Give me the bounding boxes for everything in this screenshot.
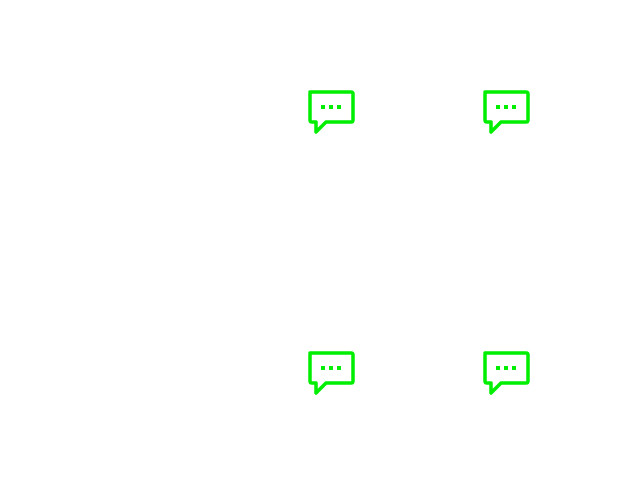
chat-bubble-ellipsis-icon <box>479 86 531 138</box>
chat-button-1[interactable] <box>302 84 358 140</box>
chat-bubble-ellipsis-icon <box>304 347 356 399</box>
chat-button-3[interactable] <box>302 345 358 401</box>
chat-bubble-ellipsis-icon <box>479 347 531 399</box>
app-canvas <box>0 0 640 480</box>
chat-button-4[interactable] <box>477 345 533 401</box>
chat-bubble-ellipsis-icon <box>304 86 356 138</box>
chat-button-2[interactable] <box>477 84 533 140</box>
